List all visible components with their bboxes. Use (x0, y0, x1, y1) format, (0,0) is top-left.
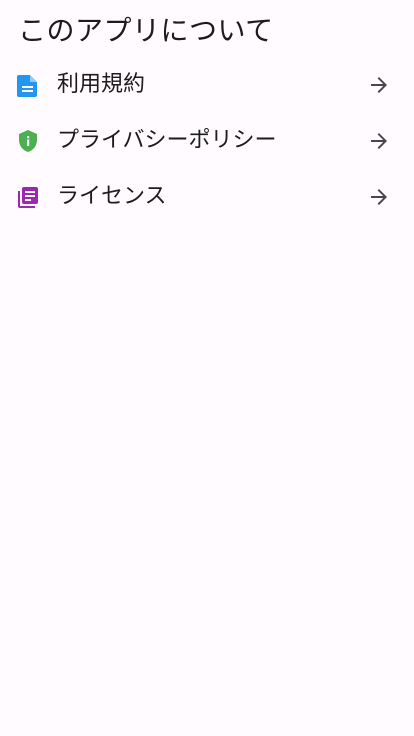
menu-item-label: 利用規約 (57, 72, 146, 97)
menu-item-label: ライセンス (57, 184, 167, 209)
menu-item-licenses[interactable]: ライセンス (0, 169, 414, 225)
arrow-forward-icon (367, 73, 391, 97)
document-icon (17, 73, 39, 97)
library-books-icon (17, 185, 39, 209)
shield-info-icon (17, 129, 39, 153)
menu-list: 利用規約 プライバシーポリシー ライセンス (0, 57, 414, 225)
arrow-forward-icon (367, 129, 391, 153)
about-screen: このアプリについて 利用規約 プライバシーポリシー ライセンス (0, 0, 414, 736)
menu-item-privacy-policy[interactable]: プライバシーポリシー (0, 113, 414, 169)
arrow-forward-icon (367, 185, 391, 209)
page-title: このアプリについて (18, 14, 274, 47)
menu-item-label: プライバシーポリシー (57, 128, 277, 153)
menu-item-terms[interactable]: 利用規約 (0, 57, 414, 113)
